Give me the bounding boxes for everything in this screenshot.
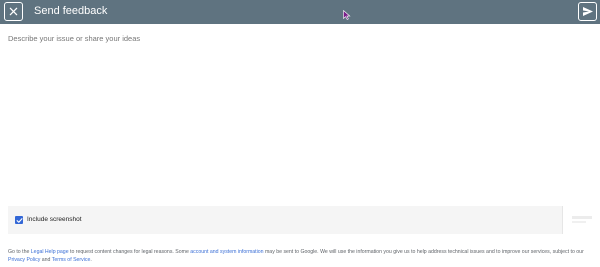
mouse-cursor-icon bbox=[343, 7, 351, 25]
feedback-header: Send feedback bbox=[0, 0, 600, 24]
close-button[interactable] bbox=[4, 2, 23, 21]
legal-text: Go to the bbox=[8, 249, 31, 255]
include-screenshot-checkbox[interactable] bbox=[15, 216, 23, 224]
screenshot-section: Include screenshot bbox=[8, 206, 600, 234]
legal-text: to request content changes for legal rea… bbox=[68, 249, 191, 255]
legal-help-link[interactable]: Legal Help page bbox=[31, 249, 69, 255]
close-icon bbox=[9, 7, 18, 16]
send-button[interactable] bbox=[578, 2, 597, 21]
legal-text: may be sent to Google. We will use the i… bbox=[263, 249, 584, 255]
terms-of-service-link[interactable]: Terms of Service bbox=[52, 257, 91, 263]
thumbnail-preview-line bbox=[572, 216, 592, 219]
account-info-link[interactable]: account and system information bbox=[190, 249, 263, 255]
screenshot-thumbnail[interactable] bbox=[562, 206, 600, 234]
dialog-title: Send feedback bbox=[34, 5, 108, 17]
check-icon bbox=[16, 217, 23, 223]
include-screenshot-label: Include screenshot bbox=[27, 216, 82, 223]
privacy-policy-link[interactable]: Privacy Policy bbox=[8, 257, 40, 263]
legal-notice: Go to the Legal Help page to request con… bbox=[8, 248, 596, 264]
send-icon bbox=[582, 7, 593, 16]
legal-text: . bbox=[90, 257, 92, 263]
feedback-input[interactable] bbox=[0, 26, 600, 204]
legal-text: and bbox=[40, 257, 52, 263]
thumbnail-preview-line bbox=[572, 221, 586, 223]
